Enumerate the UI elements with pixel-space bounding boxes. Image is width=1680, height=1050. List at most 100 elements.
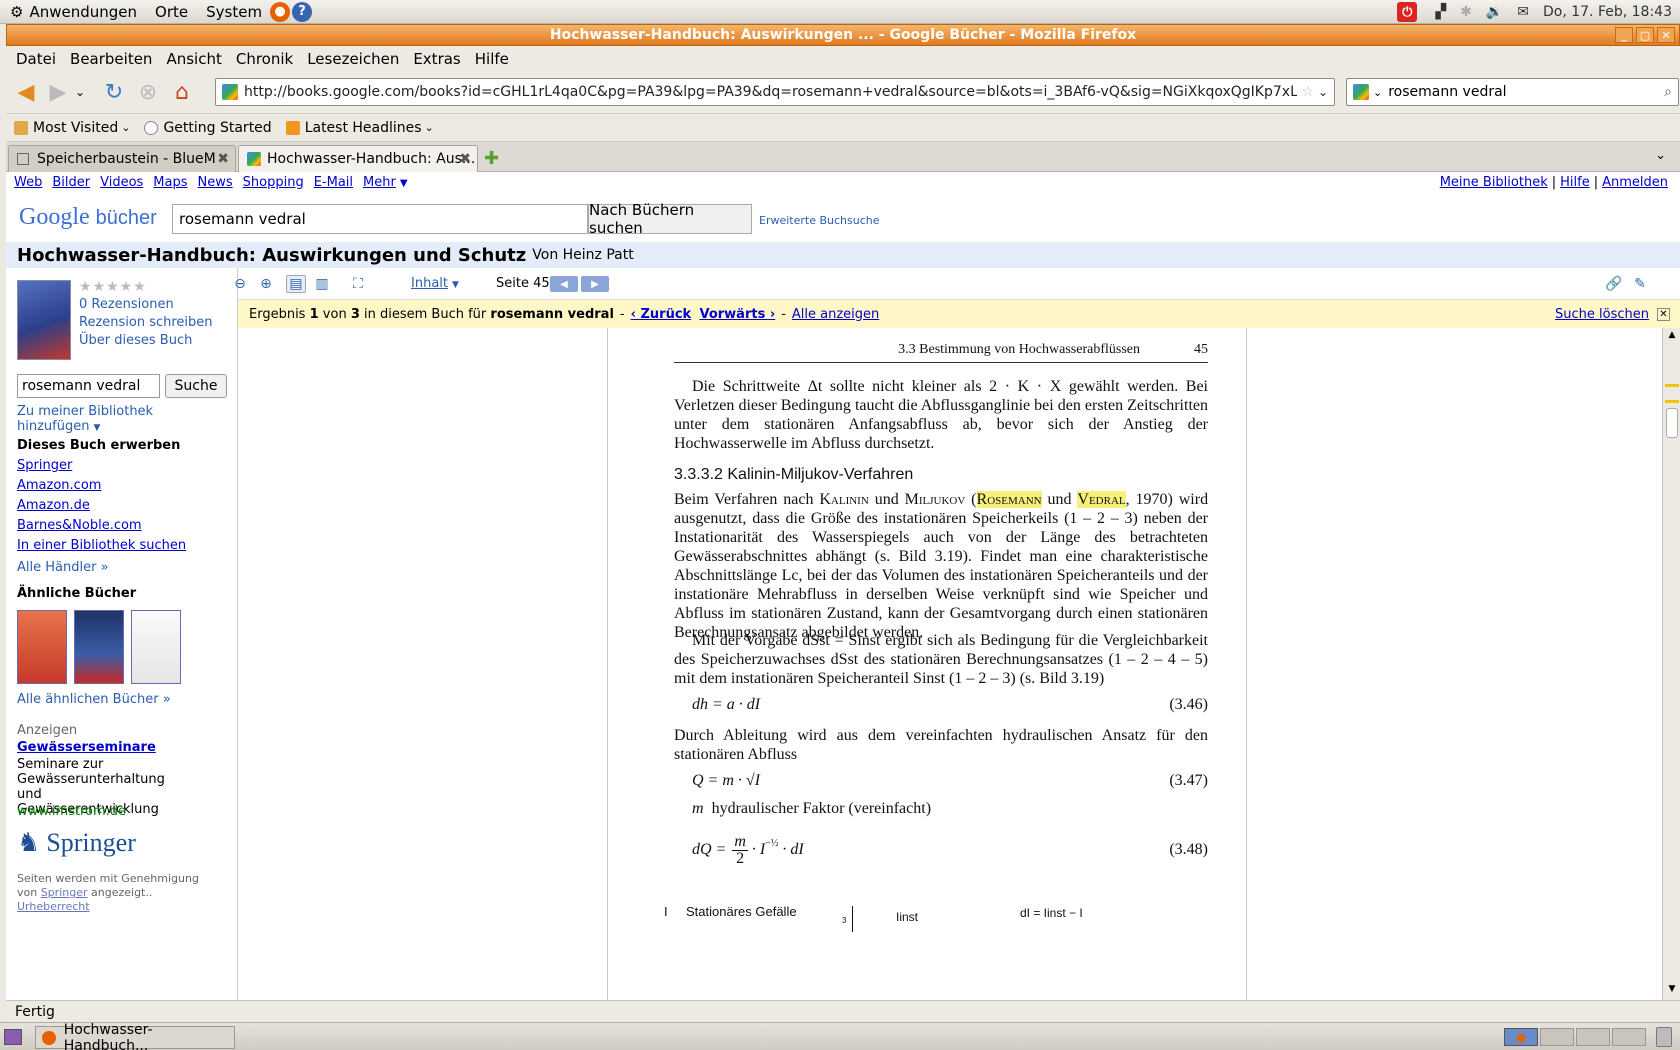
similar-book-1[interactable] xyxy=(17,610,67,684)
gbar-email[interactable]: E-Mail xyxy=(314,175,353,190)
show-all-results-link[interactable]: Alle anzeigen xyxy=(792,307,879,322)
contents-dropdown[interactable]: Inhalt ▼ xyxy=(411,276,459,291)
write-review-link[interactable]: Rezension schreiben xyxy=(79,314,213,332)
gbar-bilder[interactable]: Bilder xyxy=(52,175,90,190)
bookmark-latest-headlines[interactable]: Latest Headlines ⌄ xyxy=(285,120,434,136)
next-result-link[interactable]: Vorwärts › xyxy=(699,307,775,322)
maximize-button[interactable]: ▢ xyxy=(1636,27,1654,43)
similar-book-2[interactable] xyxy=(74,610,124,684)
tab-hochwasser[interactable]: Hochwasser-Handbuch: Aus... ✖ xyxy=(238,145,478,172)
menu-bearbeiten[interactable]: Bearbeiten xyxy=(70,50,152,68)
inbook-search-button[interactable]: Suche xyxy=(165,374,227,398)
all-similar-link[interactable]: Alle ähnlichen Bücher » xyxy=(17,692,171,707)
workspace-1[interactable]: ● xyxy=(1504,1028,1538,1046)
menu-hilfe[interactable]: Hilfe xyxy=(475,50,509,68)
workspace-3[interactable] xyxy=(1576,1028,1610,1046)
gbar-more[interactable]: Mehr ▼ xyxy=(363,175,408,190)
bookmark-star-icon[interactable]: ☆ xyxy=(1301,84,1314,100)
network-icon[interactable]: ▞ xyxy=(1435,4,1446,20)
url-dropdown-icon[interactable]: ⌄ xyxy=(1318,85,1328,99)
advanced-search-link[interactable]: Erweiterte Buchsuche xyxy=(759,214,880,227)
books-search-input[interactable]: rosemann vedral xyxy=(172,204,588,234)
web-search-text[interactable]: rosemann vedral xyxy=(1388,84,1664,100)
tab-speicherbaustein[interactable]: Speicherbaustein - BlueM ✖ xyxy=(8,145,236,172)
window-titlebar[interactable]: Hochwasser-Handbuch: Auswirkungen ... - … xyxy=(6,24,1680,46)
seller-library[interactable]: In einer Bibliothek suchen xyxy=(17,538,186,553)
gbar-help[interactable]: Hilfe xyxy=(1560,175,1590,190)
menu-datei[interactable]: Datei xyxy=(16,50,56,68)
gbar-sign-in[interactable]: Anmelden xyxy=(1602,175,1668,190)
home-icon[interactable]: ⌂ xyxy=(168,78,196,106)
scroll-up-arrow[interactable]: ▲ xyxy=(1665,330,1679,344)
permission-publisher-link[interactable]: Springer xyxy=(41,886,88,899)
gbar-maps[interactable]: Maps xyxy=(153,175,187,190)
forward-arrow-icon[interactable]: ▶ xyxy=(44,78,72,106)
close-tab-icon[interactable]: ✖ xyxy=(217,151,229,167)
search-go-icon[interactable]: ⌕ xyxy=(1664,84,1672,100)
gbar-my-library[interactable]: Meine Bibliothek xyxy=(1440,175,1548,190)
book-cover-thumbnail[interactable] xyxy=(17,280,71,360)
gbar-news[interactable]: News xyxy=(198,175,233,190)
zoom-in-icon[interactable]: ⊕ xyxy=(256,275,276,293)
feedback-icon[interactable]: ✎ xyxy=(1630,275,1650,293)
clock[interactable]: Do, 17. Feb, 18:43 xyxy=(1543,4,1672,20)
menu-lesezeichen[interactable]: Lesezeichen xyxy=(307,50,399,68)
menu-chronik[interactable]: Chronik xyxy=(236,50,293,68)
about-book-link[interactable]: Über dieses Buch xyxy=(79,332,213,350)
search-engine-icon[interactable] xyxy=(1353,84,1369,100)
book-page[interactable]: 3.3 Bestimmung von Hochwasserabflüssen 45… xyxy=(607,328,1247,1000)
books-search-button[interactable]: Nach Büchern suchen xyxy=(588,201,752,237)
workspace-switcher[interactable]: ● xyxy=(1504,1028,1646,1046)
seller-barnes-noble[interactable]: Barnes&Noble.com xyxy=(17,518,142,533)
new-tab-icon[interactable]: ✚ xyxy=(484,148,499,169)
bookmark-getting-started[interactable]: Getting Started xyxy=(144,120,272,136)
reload-icon[interactable]: ↻ xyxy=(100,78,128,106)
history-dropdown-icon[interactable]: ⌄ xyxy=(72,78,88,106)
next-page-button[interactable]: ▶ xyxy=(581,276,609,292)
clear-search-link[interactable]: Suche löschen xyxy=(1555,307,1649,322)
springer-logo[interactable]: ♞ Springer xyxy=(17,828,136,858)
menu-ansicht[interactable]: Ansicht xyxy=(166,50,221,68)
minimize-button[interactable]: _ xyxy=(1615,27,1633,43)
back-arrow-icon[interactable]: ◀ xyxy=(12,78,40,106)
ad-url[interactable]: www.imstrom.de xyxy=(17,804,126,819)
bookmark-most-visited[interactable]: Most Visited ⌄ xyxy=(14,120,130,136)
menu-extras[interactable]: Extras xyxy=(413,50,460,68)
single-page-view-icon[interactable]: ▤ xyxy=(286,275,306,293)
menu-places[interactable]: Orte xyxy=(155,3,188,21)
gbar-videos[interactable]: Videos xyxy=(100,175,143,190)
menu-system[interactable]: System xyxy=(206,3,262,21)
inbook-search-input[interactable]: rosemann vedral xyxy=(17,374,160,398)
taskbar-window-button[interactable]: Hochwasser-Handbuch... xyxy=(35,1022,235,1050)
book-viewer[interactable]: 3.3 Bestimmung von Hochwasserabflüssen 45… xyxy=(238,328,1662,1000)
firefox-launcher-icon[interactable]: ● xyxy=(270,1,291,22)
ad-title-link[interactable]: Gewässerseminare xyxy=(17,740,156,755)
link-icon[interactable]: 🔗 xyxy=(1604,275,1624,293)
stop-icon[interactable]: ⊗ xyxy=(134,78,162,106)
mail-icon[interactable]: ✉ xyxy=(1517,4,1529,20)
help-launcher-icon[interactable]: ? xyxy=(292,1,313,22)
volume-icon[interactable]: 🔉 xyxy=(1486,4,1503,20)
close-icon[interactable]: ✕ xyxy=(1657,307,1670,321)
zoom-out-icon[interactable]: ⊖ xyxy=(230,275,250,293)
google-books-logo[interactable]: Google bücher xyxy=(19,204,157,231)
show-desktop-icon[interactable] xyxy=(4,1029,22,1045)
reviews-link[interactable]: 0 Rezensionen xyxy=(79,296,213,314)
tab-list-icon[interactable]: ⌄ xyxy=(1655,148,1666,163)
gbar-web[interactable]: Web xyxy=(14,175,42,190)
add-to-library-link[interactable]: Zu meiner Bibliothek hinzufügen ▼ xyxy=(17,404,237,434)
two-page-view-icon[interactable]: ▥ xyxy=(312,275,332,293)
scroll-down-arrow[interactable]: ▼ xyxy=(1665,984,1679,998)
workspace-2[interactable] xyxy=(1540,1028,1574,1046)
trash-icon[interactable] xyxy=(1656,1027,1672,1047)
menu-applications[interactable]: Anwendungen xyxy=(29,3,137,21)
seller-amazon-de[interactable]: Amazon.de xyxy=(17,498,90,513)
power-icon[interactable]: ⏻ xyxy=(1397,2,1418,22)
gbar-shopping[interactable]: Shopping xyxy=(243,175,304,190)
search-engine-dropdown-icon[interactable]: ⌄ xyxy=(1373,86,1382,99)
fullscreen-icon[interactable]: ⛶ xyxy=(348,275,368,293)
url-text[interactable]: http://books.google.com/books?id=cGHL1rL… xyxy=(244,84,1297,100)
seller-amazon-com[interactable]: Amazon.com xyxy=(17,478,101,493)
gnome-foot-icon[interactable]: ⚙ xyxy=(10,3,23,21)
url-bar[interactable]: http://books.google.com/books?id=cGHL1rL… xyxy=(215,78,1335,106)
